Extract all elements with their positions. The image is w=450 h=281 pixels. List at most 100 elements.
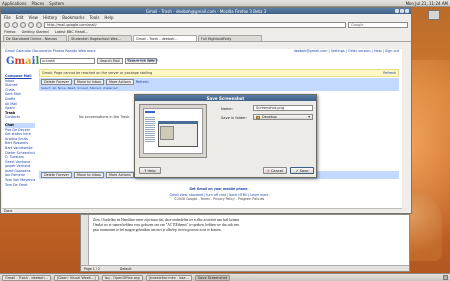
menu-edit[interactable]: Edit <box>16 15 24 20</box>
trash-toolbar: Delete Forever Move to Inbox More Action… <box>39 78 399 91</box>
select-links[interactable]: Select: All, None, Read, Unread, Starred… <box>41 86 397 90</box>
folder-label: Save in folder: <box>221 116 247 120</box>
top-link-web[interactable]: Web <box>78 49 85 53</box>
bookmark-firefox[interactable]: Firefox <box>4 30 16 34</box>
chat-contact[interactable]: Bart Vandewalle <box>5 146 35 151</box>
reload-button[interactable] <box>20 21 26 28</box>
refresh-link[interactable]: Refresh <box>136 80 149 84</box>
folder-select[interactable]: Desktop ▾ <box>253 114 313 120</box>
forward-button[interactable] <box>12 21 18 28</box>
tab-label: Gmail - Trash - deeboh... <box>136 36 178 41</box>
maximize-icon[interactable] <box>400 9 404 13</box>
search-options-link[interactable]: Show search options <box>127 58 158 62</box>
stop-button[interactable] <box>28 21 34 28</box>
move-to-inbox-button-bottom[interactable]: Move to Inbox <box>74 172 104 178</box>
top-link-calendar[interactable]: Calendar <box>16 49 31 53</box>
top-link-photos[interactable]: Photos <box>53 49 64 53</box>
document-text[interactable]: Zien, Oosdellen en Hanslitter meer zijn … <box>81 215 409 236</box>
more-actions-select-bottom[interactable]: More Actions <box>105 172 134 178</box>
sidebar-item-contacts[interactable]: Contacts <box>5 115 35 120</box>
bookmark-getting-started[interactable]: Getting Started <box>22 30 49 34</box>
tab-gmail[interactable]: Gmail - Trash - deeboh... <box>133 35 197 41</box>
top-panel: Applications Places System Mon Jul 21, 1… <box>0 0 450 7</box>
page-indicator: Page 1 / 2 <box>84 266 100 271</box>
style-indicator[interactable]: Default <box>120 267 132 271</box>
footer-copyright[interactable]: ©2008 Google - Terms - Privacy Policy - … <box>39 197 399 201</box>
user-links[interactable]: deeboh@gmail.com | Settings | Older vers… <box>294 49 399 55</box>
gmail-footer: Get Gmail on your mobile phone. Gmail vi… <box>39 187 399 201</box>
move-to-inbox-button[interactable]: Move to Inbox <box>74 79 104 85</box>
applications-menu[interactable]: Applications <box>2 1 26 6</box>
notice-text: Gmail: Page cannot be reached on the ser… <box>42 71 153 75</box>
filename-value: Screenshot.png <box>256 106 285 110</box>
folder-value: Desktop <box>262 115 277 119</box>
notice-refresh-link[interactable]: Refresh <box>383 71 396 75</box>
tab-de-standaard[interactable]: De Standaard Online - Nieuws <box>3 35 67 41</box>
url-bar[interactable]: http://mail.google.com/mail/ <box>44 21 346 28</box>
writer-document-window: Zien, Oosdellen en Hanslitter meer zijn … <box>80 214 410 272</box>
top-link-documents[interactable]: Documents <box>32 49 51 53</box>
top-link-gmail[interactable]: Gmail <box>5 49 15 53</box>
bottom-panel: Gmail - Trash - deeboh... [Gaan: Visual … <box>0 273 450 281</box>
save-screenshot-dialog: Save Screenshot Name: Screenshot.png Sav… <box>134 94 317 178</box>
menu-tools[interactable]: Tools <box>90 15 100 20</box>
more-actions-select[interactable]: More Actions <box>105 79 134 85</box>
places-menu[interactable]: Places <box>31 1 44 6</box>
chat-contact[interactable]: Tom De Smet <box>5 183 35 188</box>
home-button[interactable] <box>36 21 42 28</box>
system-menu[interactable]: System <box>49 1 64 6</box>
mail-search-input[interactable]: in:trash <box>40 58 95 64</box>
help-icon: ? <box>144 168 147 173</box>
compose-link[interactable]: Compose Mail <box>5 74 35 79</box>
search-value: in:trash <box>42 59 55 63</box>
search-box[interactable]: Google <box>348 21 408 28</box>
help-button[interactable]: ? Help <box>139 167 161 174</box>
mobile-promo[interactable]: Get Gmail on your mobile phone. <box>39 187 399 191</box>
delete-forever-button[interactable]: Delete Forever <box>41 79 73 85</box>
chat-contact[interactable]: Tom Van Meyenhe <box>5 178 35 183</box>
task-gmail[interactable]: Gmail - Trash - deeboh... <box>2 274 51 281</box>
task-video[interactable]: [evealeitor.mkv - kaa... <box>145 274 192 281</box>
cancel-label: Cancel <box>270 168 284 173</box>
menu-bookmarks[interactable]: Bookmarks <box>62 15 84 20</box>
delete-forever-button-bottom[interactable]: Delete Forever <box>41 172 73 178</box>
bookmark-bbc[interactable]: Latest BBC Headl... <box>55 30 89 34</box>
search-engine-label: Google <box>351 22 364 27</box>
close-icon[interactable] <box>405 9 409 13</box>
error-notice: Gmail: Page cannot be reached on the ser… <box>39 69 399 77</box>
tab-highlandparty[interactable]: Full HighlandFarty <box>198 35 262 41</box>
back-button[interactable] <box>4 21 10 28</box>
help-label: Help <box>147 168 156 173</box>
menu-file[interactable]: File <box>4 15 11 20</box>
trash-icon[interactable] <box>443 275 448 280</box>
top-link-reader[interactable]: Reader <box>65 49 77 53</box>
filename-input[interactable]: Screenshot.png <box>253 105 313 111</box>
save-button[interactable]: ✔ Save <box>290 167 314 174</box>
desktop-folder-icon[interactable] <box>428 10 440 20</box>
cancel-button[interactable]: ✕ Cancel <box>263 167 287 174</box>
doc-line: paar momenten te hel mogen gebruiken om … <box>93 228 222 232</box>
task-visual-week[interactable]: [Gaan: Visual Week...] <box>53 274 99 281</box>
task-save-screenshot[interactable]: Save Screenshot <box>194 274 231 281</box>
task-openoffice[interactable]: lsq - OpenOffice.org <box>101 274 143 281</box>
firefox-titlebar[interactable]: Gmail - Trash - deeboh@gmail.com - Mozil… <box>1 8 411 14</box>
menu-help[interactable]: Help <box>104 15 113 20</box>
tab-label: Studenten Hogeschool Wes... <box>71 36 121 41</box>
tab-studenten[interactable]: Studenten Hogeschool Wes... <box>68 35 132 41</box>
gmail-logo[interactable]: Gmail <box>6 56 39 67</box>
screenshot-preview <box>139 104 207 158</box>
top-link-more[interactable]: more <box>87 49 96 53</box>
dialog-titlebar[interactable]: Save Screenshot <box>135 95 316 101</box>
clock[interactable]: Mon Jul 21, 11:24 AM <box>406 1 448 6</box>
dialog-title: Save Screenshot <box>206 95 245 101</box>
tab-label: Full HighlandFarty <box>201 36 232 41</box>
task-label: Gmail - Trash - deeboh... <box>5 275 48 280</box>
minimize-icon[interactable] <box>395 9 399 13</box>
save-icon: ✔ <box>295 168 299 173</box>
menu-history[interactable]: History <box>43 15 57 20</box>
menu-view[interactable]: View <box>28 15 38 20</box>
task-label: lsq - OpenOffice.org <box>104 275 140 280</box>
navigation-toolbar: http://mail.google.com/mail/ Google <box>1 20 411 29</box>
system-tray <box>443 275 448 280</box>
search-mail-button[interactable]: Search Mail <box>97 58 123 64</box>
